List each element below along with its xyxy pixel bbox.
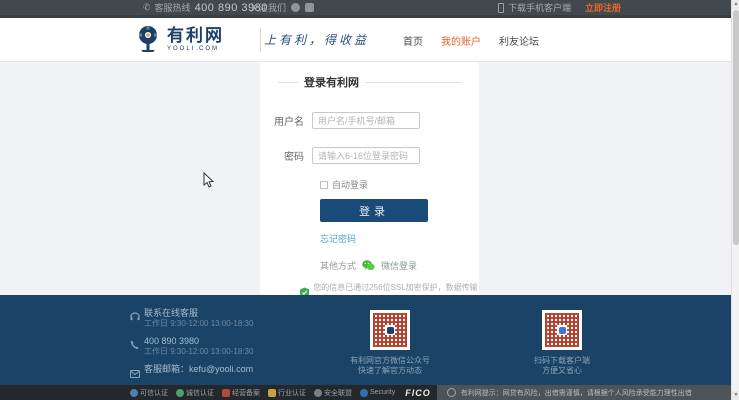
site-header: 有利网 YOOLI.COM 上有利，得收益 首页 我的账户 利友论坛 (0, 18, 739, 62)
auto-login-label: 自动登录 (332, 180, 369, 190)
follow-group: 关注我们 (250, 0, 315, 15)
vertical-scrollbar[interactable]: ▲ ▼ (731, 0, 739, 400)
risk-notice-text: 有利网提示：网贷有风险，出借需谨慎，请根据个人风险承受能力理性出借 (460, 389, 692, 397)
register-link[interactable]: 立即注册 (585, 1, 621, 14)
wechat-login-label[interactable]: 微信登录 (381, 259, 417, 272)
password-label: 密码 (284, 152, 304, 163)
top-utility-bar: ✆ 客服热线 400 890 3980 关注我们 下载手机客户端 立即注册 (0, 0, 739, 18)
cert-icon (360, 388, 368, 397)
risk-notice: 有利网提示：网贷有风险，出借需谨慎，请根据个人风险承受能力理性出借 (436, 385, 731, 400)
nav-forum[interactable]: 利友论坛 (499, 33, 539, 48)
other-methods-label: 其他方式 (320, 261, 357, 271)
login-title: 登录有利网 (304, 77, 359, 89)
app-qr-block: 扫码下载客户端 方便又省心 (502, 310, 622, 376)
phone-icon: ✆ (143, 2, 151, 12)
forgot-password-link[interactable]: 忘记密码 (320, 232, 356, 245)
cert-badge[interactable]: 经营备案 (222, 388, 260, 398)
wechat-icon[interactable] (305, 3, 315, 12)
header-divider (260, 28, 261, 52)
contact-line1: 联系在线客服 (144, 308, 199, 318)
hotline-label: 客服热线 (154, 3, 191, 13)
qr-caption: 有利网官方微信公众号 (350, 356, 430, 365)
mouse-cursor (203, 172, 215, 188)
phone-icon (130, 336, 144, 357)
username-label: 用户名 (274, 117, 304, 128)
auto-login-checkbox[interactable] (320, 180, 328, 189)
mobile-icon (498, 2, 504, 13)
contact-online-service[interactable]: 联系在线客服 工作日 9:30-12:00 13:00-18:30 (130, 308, 253, 329)
wechat-login-icon[interactable] (362, 260, 375, 271)
title-line-left (278, 81, 298, 83)
cert-icon (222, 388, 230, 397)
scrollbar-thumb[interactable] (733, 10, 739, 245)
contact-line1: 400 890 3980 (144, 336, 200, 346)
topbar-right-group: 下载手机客户端 立即注册 (498, 0, 621, 15)
site-footer: 联系在线客服 工作日 9:30-12:00 13:00-18:30 400 89… (0, 295, 739, 400)
nav-home[interactable]: 首页 (403, 33, 423, 48)
password-input[interactable] (312, 147, 420, 164)
qr-center-logo-yooli (386, 326, 394, 334)
qr-caption: 扫码下载客户端 (534, 356, 590, 365)
wechat-qr-block: 有利网官方微信公众号 快速了解官方动态 (330, 310, 450, 376)
contact-line2: 工作日 9:30-12:00 13:00-18:30 (144, 319, 254, 328)
fico-logo: FICO (405, 387, 431, 398)
app-qr-code (542, 310, 582, 350)
username-row: 用户名 (260, 112, 479, 129)
password-row: 密码 (260, 147, 479, 164)
nav-my-account[interactable]: 我的账户 (441, 33, 481, 48)
cert-badge[interactable]: 安全联盟 (314, 388, 352, 398)
main-nav: 首页 我的账户 利友论坛 (403, 18, 539, 62)
qr-caption: 快速了解官方动态 (358, 366, 422, 375)
logo[interactable]: 有利网 YOOLI.COM (135, 25, 224, 53)
qr-center-logo-app (558, 326, 566, 334)
qr-caption: 方便又省心 (542, 366, 582, 375)
cert-badge[interactable]: 可信认证 (130, 388, 168, 398)
title-line-right (365, 81, 461, 83)
yooli-tree-icon (139, 26, 157, 52)
main-area: 登录有利网 用户名 密码 自动登录 登录 忘记密码 其他方式 (0, 62, 739, 303)
mail-icon (130, 364, 144, 383)
cert-badge[interactable]: Security (360, 388, 395, 397)
username-input[interactable] (312, 112, 420, 129)
scroll-up-arrow[interactable]: ▲ (732, 0, 739, 9)
other-login-row: 其他方式 微信登录 (320, 259, 479, 272)
follow-label: 关注我们 (250, 3, 287, 13)
login-page: ✆ 客服热线 400 890 3980 关注我们 下载手机客户端 立即注册 有利… (0, 0, 739, 400)
cert-icon (314, 388, 322, 397)
auto-login-row: 自动登录 (320, 178, 479, 191)
contact-phone: 400 890 3980 工作日 9:30-12:00 13:00-18:30 (130, 336, 253, 357)
contact-line2: 工作日 9:30-12:00 13:00-18:30 (144, 347, 254, 356)
cert-icon (176, 388, 184, 397)
brand-name: 有利网 (167, 25, 224, 45)
cert-badge[interactable]: 诚信认证 (176, 388, 214, 398)
info-icon (446, 388, 456, 397)
cert-badge[interactable]: 行业认证 (268, 388, 306, 398)
contact-line1: 客服邮箱：kefu@yooli.com (144, 364, 254, 374)
login-title-row: 登录有利网 (260, 74, 479, 90)
contact-email[interactable]: 客服邮箱：kefu@yooli.com (130, 364, 253, 383)
login-card: 登录有利网 用户名 密码 自动登录 登录 忘记密码 其他方式 (260, 62, 479, 303)
headset-icon (130, 308, 144, 329)
cert-icon (268, 388, 276, 397)
weibo-icon[interactable] (291, 3, 301, 12)
cert-icon (130, 388, 138, 397)
login-button[interactable]: 登录 (320, 199, 428, 222)
slogan: 上有利，得收益 (264, 33, 370, 47)
wechat-qr-code (370, 310, 410, 350)
download-app-link[interactable]: 下载手机客户端 (498, 1, 571, 14)
brand-domain: YOOLI.COM (167, 45, 220, 52)
certification-bar: 可信认证 诚信认证 经营备案 行业认证 安全联盟 Security FICO 有… (0, 385, 739, 400)
scroll-down-arrow[interactable]: ▼ (732, 391, 739, 400)
